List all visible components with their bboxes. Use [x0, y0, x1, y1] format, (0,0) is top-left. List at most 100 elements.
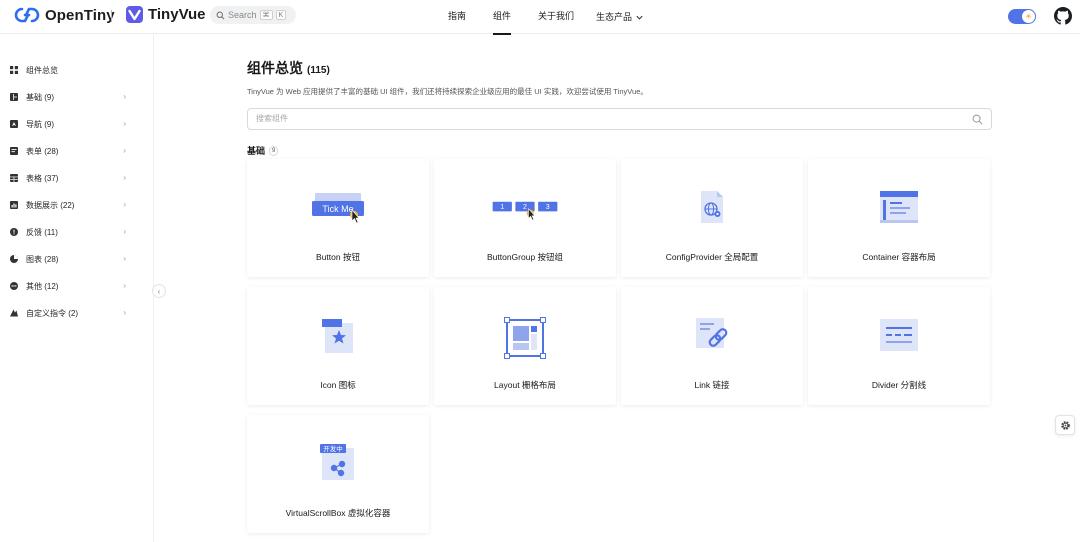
card-label: Divider 分割线 — [871, 380, 927, 390]
nav-about[interactable]: 关于我们 — [538, 0, 574, 34]
sidebar-item-feedback[interactable]: 反馈 (11) › — [10, 224, 140, 240]
card-label: Button 按钮 — [316, 252, 360, 262]
container-illustration — [864, 187, 934, 227]
gear-icon — [1060, 420, 1070, 430]
group-count-badge: 9 — [269, 145, 279, 156]
chevron-right-icon: › — [123, 254, 126, 263]
button-group-illustration: 1 2 3 — [490, 187, 560, 227]
sidebar-item-label: 数据展示 (22) — [26, 200, 75, 210]
component-search-input[interactable] — [256, 114, 956, 123]
theme-toggle[interactable]: ☀ — [1008, 9, 1036, 24]
component-card-link[interactable]: Link 链接 — [621, 287, 803, 405]
navigation-icon — [10, 120, 18, 128]
button-group-illustration-text-3: 3 — [546, 204, 550, 211]
opentiny-logo-icon — [14, 7, 40, 23]
chevron-right-icon: › — [123, 308, 126, 317]
component-card-divider[interactable]: Divider 分割线 — [808, 287, 990, 405]
sidebar-item-data-display[interactable]: 数据展示 (22) › — [10, 197, 140, 213]
component-card-button-group[interactable]: 1 2 3 ButtonGroup 按钮组 — [434, 159, 616, 277]
opentiny-brand-text: OpenTiny — [45, 6, 115, 24]
card-label: ButtonGroup 按钮组 — [486, 252, 564, 262]
sidebar-item-overview[interactable]: 组件总览 — [10, 62, 140, 78]
sidebar-item-directive[interactable]: 自定义指令 (2) › — [10, 305, 140, 321]
search-icon[interactable] — [972, 114, 983, 125]
component-card-layout[interactable]: Layout 栅格布局 — [434, 287, 616, 405]
sidebar-item-label: 反馈 (11) — [26, 227, 58, 237]
sidebar-collapse-button[interactable]: ‹ — [152, 284, 166, 298]
nav-components[interactable]: 组件 — [493, 0, 512, 35]
more-icon — [10, 282, 18, 290]
component-card-config-provider[interactable]: ConfigProvider 全局配置 — [621, 159, 803, 277]
sidebar-item-label: 基础 (9) — [26, 92, 54, 102]
sidebar-item-label: 自定义指令 (2) — [26, 308, 78, 318]
card-label: Icon 图标 — [320, 380, 356, 390]
settings-button[interactable] — [1055, 415, 1075, 435]
button-group-illustration-text-2: 2 — [523, 204, 527, 211]
card-label: Layout 栅格布局 — [494, 380, 556, 390]
in-development-badge-text: 开发中 — [323, 444, 343, 453]
page-title-text: 组件总览 — [247, 60, 303, 76]
main-nav: 指南 组件 关于我们 生态产品 — [440, 0, 644, 35]
config-provider-illustration — [677, 187, 747, 227]
virtual-scroll-illustration: 开发中 — [303, 443, 373, 483]
search-placeholder: Search — [228, 10, 257, 20]
card-label: ConfigProvider 全局配置 — [665, 252, 759, 262]
tinyvue-logo-icon — [126, 6, 143, 23]
component-card-button[interactable]: Tick Me Button 按钮 — [247, 159, 429, 277]
button-illustration-text: Tick Me — [322, 204, 353, 214]
layout-illustration — [490, 315, 560, 359]
sidebar-item-chart[interactable]: 图表 (28) › — [10, 251, 140, 267]
icon-illustration — [303, 315, 373, 355]
chevron-right-icon: › — [123, 146, 126, 155]
chevron-right-icon: › — [123, 227, 126, 236]
sun-icon: ☀ — [1022, 10, 1035, 23]
sidebar-item-form[interactable]: 表单 (28) › — [10, 143, 140, 159]
sidebar-item-table[interactable]: 表格 (37) › — [10, 170, 140, 186]
shortcut-key-k: K — [275, 10, 287, 20]
button-group-illustration-text-1: 1 — [500, 204, 504, 211]
component-card-icon[interactable]: Icon 图标 — [247, 287, 429, 405]
chevron-right-icon: › — [123, 119, 126, 128]
tinyvue-logo[interactable]: TinyVue — [126, 6, 206, 23]
search-icon — [216, 11, 225, 19]
button-illustration: Tick Me — [303, 187, 373, 227]
component-search-field[interactable] — [247, 108, 992, 130]
group-title-basic: 基础 9 — [247, 144, 279, 157]
opentiny-logo[interactable]: OpenTiny — [14, 6, 115, 24]
group-title-text: 基础 — [247, 146, 266, 156]
form-icon — [10, 147, 18, 155]
nav-guide[interactable]: 指南 — [448, 0, 466, 34]
sidebar-item-navigation[interactable]: 导航 (9) › — [10, 116, 140, 132]
layout-icon — [10, 93, 18, 101]
component-card-container[interactable]: Container 容器布局 — [808, 159, 990, 277]
card-label: Container 容器布局 — [862, 252, 936, 262]
table-icon — [10, 174, 18, 182]
data-display-icon — [10, 201, 18, 209]
card-label: VirtualScrollBox 虚拟化容器 — [285, 508, 391, 518]
tinyvue-brand-text: TinyVue — [148, 6, 206, 23]
sidebar-item-label: 表单 (28) — [26, 146, 59, 156]
sidebar-item-basic[interactable]: 基础 (9) › — [10, 89, 140, 105]
directive-icon — [10, 309, 18, 317]
shortcut-key-cmd: ⌘ — [259, 10, 273, 20]
chevron-left-icon: ‹ — [157, 286, 161, 296]
logo-divider — [111, 10, 112, 22]
chart-icon — [10, 255, 18, 263]
page-title: 组件总览 (115) — [247, 58, 330, 78]
chevron-down-icon — [636, 15, 643, 20]
nav-ecosystem[interactable]: 生态产品 — [596, 0, 644, 34]
sidebar-item-other[interactable]: 其他 (12) › — [10, 278, 140, 294]
page-description: TinyVue 为 Web 应用提供了丰富的基础 UI 组件，我们还将持续探索企… — [247, 87, 648, 96]
chevron-right-icon: › — [123, 281, 126, 290]
sidebar-item-label: 其他 (12) — [26, 281, 59, 291]
sidebar-item-label: 导航 (9) — [26, 119, 54, 129]
search-button[interactable]: Search ⌘ K — [210, 6, 296, 24]
component-card-virtual-scroll-box[interactable]: 开发中 VirtualScrollBox 虚拟化容器 — [247, 415, 429, 533]
nav-ecosystem-label: 生态产品 — [596, 12, 633, 22]
sidebar: 组件总览 基础 (9) › 导航 (9) › 表单 (28) › 表格 (37)… — [0, 35, 154, 542]
sidebar-item-label: 组件总览 — [26, 65, 58, 75]
chevron-right-icon: › — [123, 173, 126, 182]
github-icon[interactable] — [1054, 7, 1072, 25]
top-header: OpenTiny TinyVue Search ⌘ K 指南 组件 关于我们 生… — [0, 0, 1080, 35]
link-illustration — [677, 315, 747, 355]
